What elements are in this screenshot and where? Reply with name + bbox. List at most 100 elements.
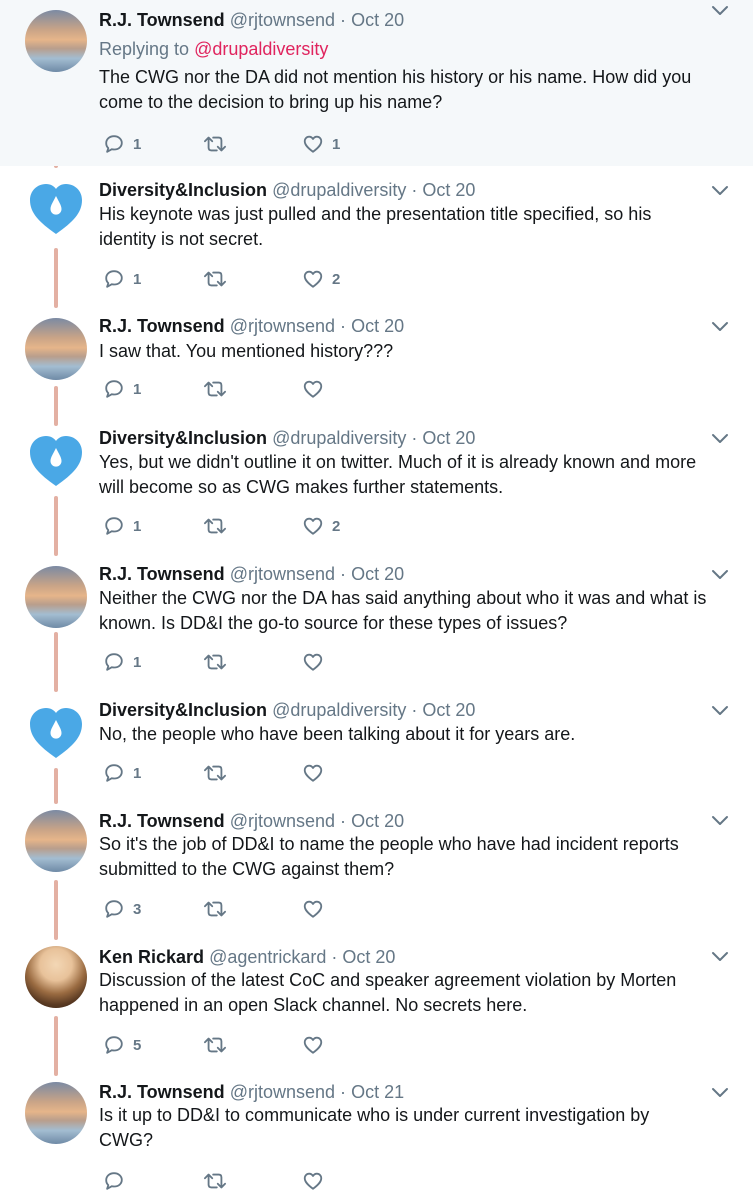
like-button[interactable] [302,1169,332,1193]
tweet-actions [99,1169,399,1193]
tweet-actions: 3 [99,897,399,921]
tweet-actions: 1 2 [99,267,399,291]
author-name[interactable]: Ken Rickard [99,947,204,967]
tweet-text: Discussion of the latest CoC and speaker… [99,968,719,1018]
reply-button[interactable]: 5 [103,1033,141,1057]
tweet-text-line: His keynote was just pulled and the pres… [99,204,652,224]
author-name[interactable]: R.J. Townsend [99,564,225,584]
author-handle[interactable]: @agentrickard [209,947,326,967]
like-button[interactable] [302,897,332,921]
retweet-button[interactable] [203,1169,235,1193]
replying-to-mention[interactable]: @drupaldiversity [194,39,328,59]
retweet-button[interactable] [203,897,235,921]
heart-icon [303,653,323,671]
timestamp[interactable]: Oct 21 [351,1082,404,1102]
like-button[interactable]: 2 [302,514,340,538]
timestamp[interactable]: Oct 20 [422,700,475,720]
like-button[interactable]: 2 [302,267,340,291]
author-handle[interactable]: @rjtownsend [230,10,335,30]
author-handle[interactable]: @rjtownsend [230,811,335,831]
retweet-button[interactable] [203,377,235,401]
tweet[interactable]: R.J. Townsend @rjtownsend · Oct 20 Reply… [0,0,753,166]
timestamp[interactable]: Oct 20 [351,10,404,30]
chevron-down-icon[interactable] [710,430,730,446]
reply-button[interactable]: 1 [103,377,141,401]
tweet[interactable]: R.J. Townsend @rjtownsend · Oct 20 I saw… [0,306,753,418]
retweet-button[interactable] [203,650,235,674]
avatar[interactable] [25,318,87,380]
heart-icon [303,135,323,153]
tweet[interactable]: Diversity&Inclusion @drupaldiversity · O… [0,166,753,306]
tweet-text-line: Discussion of the latest CoC and speaker… [99,970,677,990]
tweet[interactable]: Ken Rickard @agentrickard · Oct 20 Discu… [0,942,753,1078]
like-button[interactable] [302,761,332,785]
retweet-button[interactable] [203,132,235,156]
like-button[interactable] [302,377,332,401]
author-handle[interactable]: @drupaldiversity [272,428,406,448]
tweet-text: No, the people who have been talking abo… [99,722,719,747]
chevron-down-icon[interactable] [710,566,730,582]
avatar[interactable] [25,702,87,764]
retweet-button[interactable] [203,267,235,291]
chevron-down-icon[interactable] [710,182,730,198]
chevron-down-icon[interactable] [710,702,730,718]
reply-button[interactable]: 3 [103,897,141,921]
chevron-down-icon[interactable] [710,812,730,828]
timestamp[interactable]: Oct 20 [351,811,404,831]
reply-button[interactable]: 1 [103,761,141,785]
author-name[interactable]: R.J. Townsend [99,1082,225,1102]
tweet[interactable]: Diversity&Inclusion @drupaldiversity · O… [0,418,753,558]
tweet[interactable]: Diversity&Inclusion @drupaldiversity · O… [0,694,753,806]
timestamp[interactable]: Oct 20 [351,316,404,336]
tweet-text: The CWG nor the DA did not mention his h… [99,65,719,115]
separator: · [331,947,338,967]
author-name[interactable]: R.J. Townsend [99,316,225,336]
author-name[interactable]: Diversity&Inclusion [99,700,267,720]
retweet-button[interactable] [203,514,235,538]
chevron-down-icon[interactable] [710,1084,730,1100]
timestamp[interactable]: Oct 20 [422,428,475,448]
avatar[interactable] [25,178,87,240]
conversation-thread: R.J. Townsend @rjtownsend · Oct 20 Reply… [0,0,753,1200]
author-handle[interactable]: @drupaldiversity [272,700,406,720]
author-name[interactable]: R.J. Townsend [99,10,225,30]
author-handle[interactable]: @rjtownsend [230,1082,335,1102]
reply-icon [105,653,123,671]
tweet-text: Yes, but we didn't outline it on twitter… [99,450,719,500]
chevron-down-icon[interactable] [710,948,730,964]
avatar[interactable] [25,10,87,72]
timestamp[interactable]: Oct 20 [342,947,395,967]
avatar[interactable] [25,810,87,872]
like-button[interactable] [302,650,332,674]
author-name[interactable]: R.J. Townsend [99,811,225,831]
chevron-down-icon[interactable] [710,2,730,18]
heart-icon [303,517,323,535]
retweet-icon [204,381,226,397]
reply-button[interactable]: 1 [103,267,141,291]
chevron-down-icon[interactable] [710,318,730,334]
avatar[interactable] [25,566,87,628]
reply-button[interactable]: 1 [103,132,141,156]
retweet-button[interactable] [203,1033,235,1057]
timestamp[interactable]: Oct 20 [422,180,475,200]
like-button[interactable] [302,1033,332,1057]
avatar[interactable] [25,1082,87,1144]
like-button[interactable]: 1 [302,132,340,156]
author-name[interactable]: Diversity&Inclusion [99,180,267,200]
author-name[interactable]: Diversity&Inclusion [99,428,267,448]
author-handle[interactable]: @drupaldiversity [272,180,406,200]
avatar[interactable] [25,430,87,492]
retweet-button[interactable] [203,761,235,785]
tweet[interactable]: R.J. Townsend @rjtownsend · Oct 20 Neith… [0,558,753,694]
avatar[interactable] [25,946,87,1008]
timestamp[interactable]: Oct 20 [351,564,404,584]
tweet-text-line: The CWG nor the DA did not mention his h… [99,67,692,87]
author-handle[interactable]: @rjtownsend [230,316,335,336]
tweet[interactable]: R.J. Townsend @rjtownsend · Oct 21 Is it… [0,1078,753,1200]
tweet[interactable]: R.J. Townsend @rjtownsend · Oct 20 So it… [0,806,753,942]
tweet-text: So it's the job of DD&I to name the peop… [99,832,719,882]
reply-button[interactable] [103,1169,133,1193]
reply-button[interactable]: 1 [103,514,141,538]
reply-button[interactable]: 1 [103,650,141,674]
author-handle[interactable]: @rjtownsend [230,564,335,584]
